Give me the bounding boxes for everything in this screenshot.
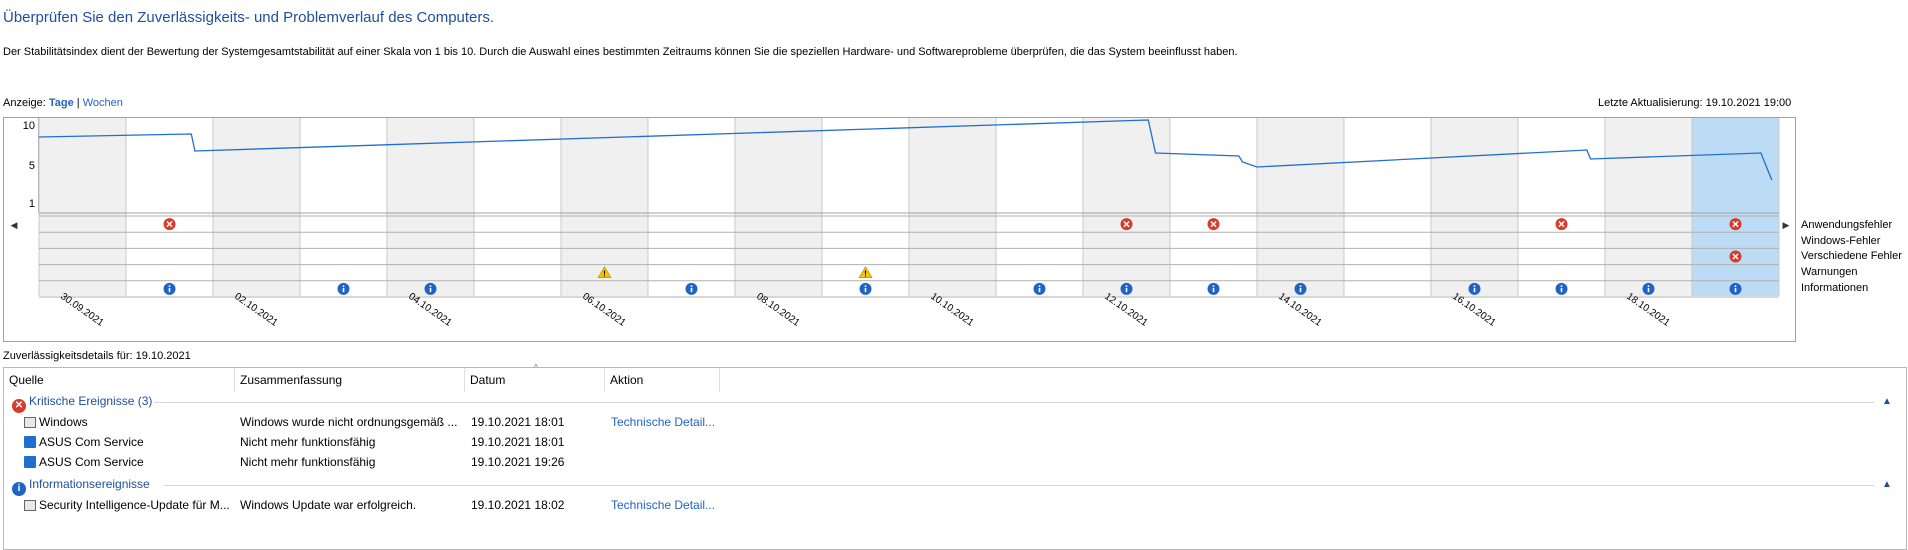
error-icon: ✕ bbox=[12, 399, 26, 413]
summary-cell: Nicht mehr funktionsfähig bbox=[240, 455, 376, 469]
info-icon-glyph bbox=[1473, 285, 1476, 287]
column-header-action[interactable]: Aktion bbox=[605, 368, 720, 392]
column-header-summary[interactable]: Zusammenfassung bbox=[235, 368, 465, 392]
event-legend: Anwendungsfehler Windows-Fehler Verschie… bbox=[1801, 218, 1902, 297]
date-cell: 19.10.2021 18:02 bbox=[471, 498, 565, 512]
date-cell: 19.10.2021 19:26 bbox=[471, 455, 565, 469]
info-icon-glyph bbox=[864, 287, 867, 293]
info-icon-glyph bbox=[1299, 287, 1302, 293]
source-cell: Windows bbox=[24, 415, 88, 429]
info-icon-glyph bbox=[690, 285, 693, 287]
source-text: Windows bbox=[39, 415, 88, 429]
app-window-icon bbox=[24, 417, 36, 428]
day-column[interactable] bbox=[735, 118, 822, 296]
day-column[interactable] bbox=[1518, 118, 1605, 296]
info-icon-glyph bbox=[1473, 287, 1476, 293]
collapse-information-icon[interactable]: ▲ bbox=[1882, 479, 1892, 490]
info-icon: i bbox=[12, 482, 26, 496]
group-title: Informationsereignisse bbox=[29, 477, 150, 491]
group-divider bbox=[164, 485, 1874, 486]
day-column[interactable] bbox=[1083, 118, 1170, 296]
info-icon-glyph bbox=[1125, 285, 1128, 287]
group-divider bbox=[154, 402, 1874, 403]
summary-cell: Windows wurde nicht ordnungsgemäß ... bbox=[240, 415, 458, 429]
collapse-critical-icon[interactable]: ▲ bbox=[1882, 396, 1892, 407]
service-icon bbox=[24, 436, 36, 448]
info-icon-glyph bbox=[1560, 285, 1563, 287]
table-row[interactable]: Windows Windows wurde nicht ordnungsgemä… bbox=[4, 413, 1904, 433]
info-icon-glyph bbox=[1647, 287, 1650, 293]
sort-ascending-icon: ^ bbox=[534, 363, 538, 372]
day-column[interactable] bbox=[1605, 118, 1692, 296]
service-icon bbox=[24, 456, 36, 468]
info-icon-glyph bbox=[429, 287, 432, 293]
table-row[interactable]: ASUS Com Service Nicht mehr funktionsfäh… bbox=[4, 453, 1904, 473]
info-icon-glyph bbox=[1734, 285, 1737, 287]
info-icon-glyph bbox=[690, 287, 693, 293]
info-icon-glyph bbox=[1299, 285, 1302, 287]
legend-information: Informationen bbox=[1801, 281, 1869, 294]
info-icon-glyph bbox=[864, 285, 867, 287]
warning-icon-glyph: ! bbox=[864, 270, 867, 279]
group-title: Kritische Ereignisse (3) bbox=[29, 394, 153, 408]
details-grid: Quelle Zusammenfassung Datum Aktion ^ ✕ K… bbox=[3, 363, 1907, 550]
summary-cell: Nicht mehr funktionsfähig bbox=[240, 435, 376, 449]
source-text: ASUS Com Service bbox=[39, 435, 144, 449]
day-column[interactable] bbox=[1431, 118, 1518, 296]
info-icon-glyph bbox=[1560, 287, 1563, 293]
day-column[interactable] bbox=[39, 118, 126, 296]
group-information-events[interactable]: i Informationsereignisse bbox=[12, 477, 150, 496]
info-icon-glyph bbox=[1125, 287, 1128, 293]
day-column[interactable] bbox=[909, 118, 996, 296]
day-column[interactable] bbox=[1257, 118, 1344, 296]
day-column[interactable] bbox=[1692, 118, 1779, 296]
day-column[interactable] bbox=[474, 118, 561, 296]
info-icon-glyph bbox=[342, 287, 345, 293]
source-text: ASUS Com Service bbox=[39, 455, 144, 469]
info-icon-glyph bbox=[429, 285, 432, 287]
legend-application-failures: Anwendungsfehler bbox=[1801, 219, 1893, 231]
legend-warnings: Warnungen bbox=[1801, 266, 1858, 279]
details-label: Zuverlässigkeitsdetails für: 19.10.2021 bbox=[3, 350, 191, 362]
table-row[interactable]: Security Intelligence-Update für M... Wi… bbox=[4, 496, 1904, 516]
technical-details-link[interactable]: Technische Detail... bbox=[611, 498, 715, 512]
day-column[interactable] bbox=[126, 118, 213, 296]
date-cell: 19.10.2021 18:01 bbox=[471, 415, 565, 429]
source-cell: ASUS Com Service bbox=[24, 435, 144, 449]
date-cell: 19.10.2021 18:01 bbox=[471, 435, 565, 449]
day-column[interactable] bbox=[996, 118, 1083, 296]
info-icon-glyph bbox=[1038, 285, 1041, 287]
source-cell: Security Intelligence-Update für M... bbox=[24, 498, 230, 512]
info-icon-glyph bbox=[1038, 287, 1041, 293]
day-column[interactable] bbox=[1344, 118, 1431, 296]
info-icon-glyph bbox=[168, 287, 171, 293]
info-icon-glyph bbox=[342, 285, 345, 287]
reliability-chart[interactable]: ! !30.09.2021 02.10.2021 04.10.2021 06.10.20… bbox=[0, 0, 1908, 345]
table-row[interactable]: ASUS Com Service Nicht mehr funktionsfäh… bbox=[4, 433, 1904, 453]
group-critical-events[interactable]: ✕ Kritische Ereignisse (3) bbox=[12, 394, 152, 413]
technical-details-link[interactable]: Technische Detail... bbox=[611, 415, 715, 429]
app-window-icon bbox=[24, 500, 36, 511]
info-icon-glyph bbox=[1212, 285, 1215, 287]
day-column[interactable] bbox=[1170, 118, 1257, 296]
column-header-source[interactable]: Quelle bbox=[4, 368, 235, 392]
day-column[interactable] bbox=[648, 118, 735, 296]
warning-icon-glyph: ! bbox=[603, 270, 606, 279]
info-icon-glyph bbox=[1734, 287, 1737, 293]
source-text: Security Intelligence-Update für M... bbox=[39, 498, 230, 512]
source-cell: ASUS Com Service bbox=[24, 455, 144, 469]
legend-misc-failures: Verschiedene Fehler bbox=[1801, 250, 1902, 263]
day-column[interactable] bbox=[213, 118, 300, 296]
info-icon-glyph bbox=[168, 285, 171, 287]
info-icon-glyph bbox=[1647, 285, 1650, 287]
summary-cell: Windows Update war erfolgreich. bbox=[240, 498, 417, 512]
legend-windows-failures: Windows-Fehler bbox=[1801, 234, 1881, 247]
info-icon-glyph bbox=[1212, 287, 1215, 293]
